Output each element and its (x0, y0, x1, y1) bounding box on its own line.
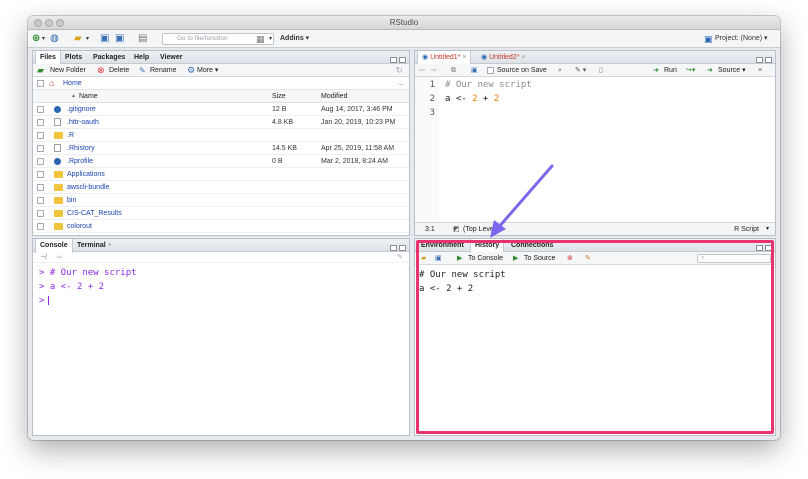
annotation-arrow (490, 164, 554, 238)
rstudio-window: RStudio ⊕ ▾ ◍ ▰ ▾ ▣ ▣ ▤ Go to file/funct… (28, 16, 780, 440)
